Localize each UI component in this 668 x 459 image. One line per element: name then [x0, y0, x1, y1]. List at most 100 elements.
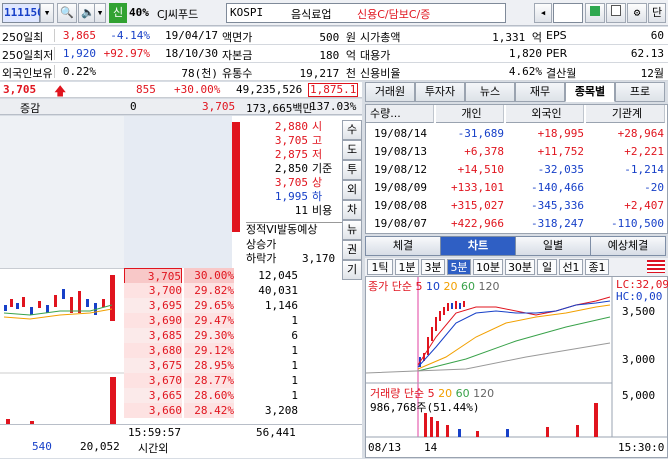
bid-price: 3,670	[124, 373, 182, 388]
bid-row[interactable]: 3,690 29.47% 1	[124, 313, 362, 328]
current-price: 3,705	[3, 83, 37, 96]
search-icon[interactable]: 🔍	[57, 3, 77, 23]
flag-icon[interactable]	[647, 260, 665, 273]
footer-time: 15:59:57	[128, 426, 181, 439]
bid-row[interactable]: 3,685 29.30% 6	[124, 328, 362, 343]
investor-header[interactable]: 수량...	[366, 105, 434, 123]
info-tab[interactable]: 뉴스	[465, 82, 515, 102]
bid-price: 3,700	[124, 283, 182, 298]
x-label-time: 15:30:0	[618, 441, 665, 454]
info-change: +92.97%	[103, 47, 150, 60]
period-button[interactable]: 종1	[585, 259, 609, 275]
info-key: 유통수	[222, 67, 253, 80]
period-button[interactable]: 1틱	[367, 259, 393, 275]
side-button[interactable]: 외	[342, 180, 362, 200]
margin-rate: 40%	[129, 6, 149, 19]
summary-key: 시	[312, 120, 323, 133]
summary-value: 1,995	[274, 190, 308, 203]
code-lookup-box[interactable]	[553, 3, 583, 23]
memo-icon[interactable]	[606, 3, 626, 23]
x-label-0813: 08/13	[368, 441, 402, 454]
side-button[interactable]: 투	[342, 160, 362, 180]
period-button[interactable]: 5분	[447, 259, 471, 275]
period-button[interactable]: 선1	[559, 259, 583, 275]
stock-code-input[interactable]: 111150	[2, 3, 44, 23]
info-key: 액면가	[222, 31, 253, 44]
single-view-button[interactable]: 단	[648, 3, 666, 23]
chart-tab[interactable]: 체결	[365, 236, 441, 256]
info-tab[interactable]: 재무	[515, 82, 565, 102]
volume-value: 986,768주(51.44%)	[370, 401, 480, 414]
ma10-label: 10	[425, 280, 440, 293]
chart-tab[interactable]: 예상체결	[590, 236, 666, 256]
info-tab[interactable]: 종목별	[565, 82, 615, 102]
period-button[interactable]: 일	[537, 259, 557, 275]
period-button[interactable]: 30분	[505, 259, 535, 275]
period-button[interactable]: 10분	[473, 259, 503, 275]
green-flag-icon[interactable]	[585, 3, 605, 23]
period-button[interactable]: 1분	[395, 259, 419, 275]
investor-date: 19/08/08	[374, 199, 427, 212]
bid-qty: 40,031	[258, 284, 298, 297]
sector-name: 음식료업	[291, 8, 332, 21]
bid-qty: 6	[291, 329, 298, 342]
code-dropdown-icon[interactable]: ▾	[40, 3, 54, 23]
bid-row[interactable]: 3,665 28.60% 1	[124, 388, 362, 403]
bid-rate: 29.82%	[184, 283, 234, 298]
speaker-dropdown-icon[interactable]: ▾	[94, 3, 106, 23]
bid-row[interactable]: 3,695 29.65% 1,146	[124, 298, 362, 313]
period-button[interactable]: 3분	[421, 259, 445, 275]
bid-price: 3,680	[124, 343, 182, 358]
bid-price: 3,660	[124, 403, 182, 418]
stock-code-text: 111150	[4, 6, 44, 19]
info-tab[interactable]: 프로	[615, 82, 665, 102]
side-button[interactable]: 수	[342, 120, 362, 140]
investor-date: 19/08/14	[374, 127, 427, 140]
info-key2-value: 1,331 억	[492, 31, 542, 44]
bid-row[interactable]: 3,675 28.95% 1	[124, 358, 362, 373]
investor-value: +28,964	[617, 127, 664, 140]
footer-left1: 540	[32, 440, 52, 453]
price-diff: 855	[136, 83, 156, 96]
mini-candles	[3, 275, 115, 321]
gear-icon[interactable]: ⚙	[627, 3, 647, 23]
info-key2: 대용가	[360, 49, 391, 62]
chart-tab[interactable]: 차트	[440, 236, 516, 256]
summary-key: 하	[312, 190, 323, 203]
bid-row[interactable]: 3,680 29.12% 1	[124, 343, 362, 358]
info-tab[interactable]: 투자자	[415, 82, 465, 102]
info-tab[interactable]: 거래원	[365, 82, 415, 102]
summary-value: 3,705	[274, 176, 308, 189]
info-value: 1,920	[62, 47, 96, 60]
volume-ratio: 1,875.1	[308, 83, 359, 97]
bid-qty: 1	[291, 314, 298, 327]
bid-row[interactable]: 3,705 30.00% 12,045	[124, 268, 362, 285]
info-key3-value: 62.13	[630, 47, 664, 60]
side-button[interactable]: 도	[342, 140, 362, 160]
turnover-ratio: 137.03%	[310, 100, 357, 113]
summary-key: 비용	[312, 204, 333, 217]
bid-row[interactable]: 3,700 29.82% 40,031	[124, 283, 362, 298]
bid-row[interactable]: 3,660 28.42% 3,208	[124, 403, 362, 418]
investor-table: 수량... 개인 외국인 기관계 19/08/14 -31,689 +18,995 +28,9…	[365, 104, 668, 234]
summary-value: 11	[294, 204, 308, 217]
stock-name: CJ씨푸드	[157, 8, 199, 21]
investor-date: 19/08/12	[374, 163, 427, 176]
bid-qty: 1	[291, 359, 298, 372]
investor-header: 개인	[436, 105, 504, 123]
bid-row[interactable]: 3,670 28.77% 1	[124, 373, 362, 388]
side-button[interactable]: 차	[342, 200, 362, 220]
investor-value: -110,500	[611, 217, 664, 230]
chart-tab[interactable]: 일별	[515, 236, 591, 256]
footer-left2: 20,052	[80, 440, 120, 453]
side-button[interactable]: 권	[342, 240, 362, 260]
nav-left-icon[interactable]: ◂	[534, 3, 552, 23]
orderbook: 2,880 시 3,705 고 2,875 저 2,850 기준 3,705 상 1,995 하 11 비…	[0, 116, 362, 458]
side-button[interactable]: 뉴	[342, 220, 362, 240]
footer-total: 56,441	[256, 426, 296, 439]
info-change: -4.14%	[110, 29, 150, 42]
stock-info-grid: 250일최 3,865 -4.14% 19/04/17 액면가 500 원 시가총액 1,33…	[0, 27, 668, 81]
investor-value: +11,752	[537, 145, 584, 158]
chart-tabs: 체결 차트 일별 예상체결	[365, 236, 668, 256]
bid-rate: 28.95%	[184, 358, 234, 373]
